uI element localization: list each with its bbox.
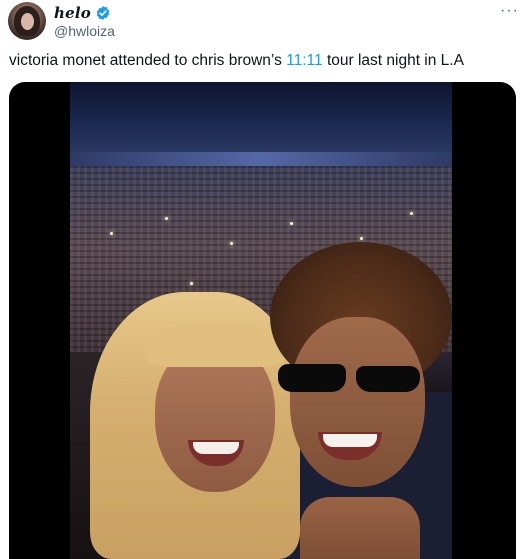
author-avatar[interactable]: [8, 2, 46, 40]
person-right: [260, 242, 452, 559]
person-left-teeth: [193, 442, 239, 454]
tweet-text-after: tour last night in L.A: [322, 52, 464, 69]
crowd-light: [165, 217, 168, 220]
sunglasses-lens-left: [278, 364, 346, 392]
crowd-light: [290, 222, 293, 225]
crowd-light: [360, 237, 363, 240]
crowd-light: [410, 212, 413, 215]
video-frame: [70, 82, 452, 559]
arena-ring: [70, 152, 452, 166]
tweet-text-before: victoria monet attended to chris brown’s: [9, 52, 287, 69]
author-name-row: helo: [54, 4, 111, 22]
crowd-light: [110, 232, 113, 235]
tweet-media-video[interactable]: [9, 82, 516, 559]
author-display-name[interactable]: helo: [54, 4, 91, 22]
sunglasses-lens-right: [356, 366, 420, 392]
person-right-teeth: [323, 434, 377, 447]
sunglasses: [278, 364, 428, 394]
crowd-light: [230, 242, 233, 245]
crowd-light: [190, 282, 193, 285]
person-right-face: [290, 317, 425, 487]
more-options-icon[interactable]: ···: [500, 2, 519, 20]
verified-badge-icon: [96, 6, 110, 20]
tweet-text-link[interactable]: 11:11: [286, 52, 323, 69]
tweet-text: victoria monet attended to chris brown’s…: [9, 51, 524, 71]
tweet-header: helo @hwloiza ···: [6, 2, 525, 40]
person-right-hand: [300, 497, 420, 559]
author-handle[interactable]: @hwloiza: [54, 23, 115, 39]
avatar-face: [21, 13, 34, 30]
